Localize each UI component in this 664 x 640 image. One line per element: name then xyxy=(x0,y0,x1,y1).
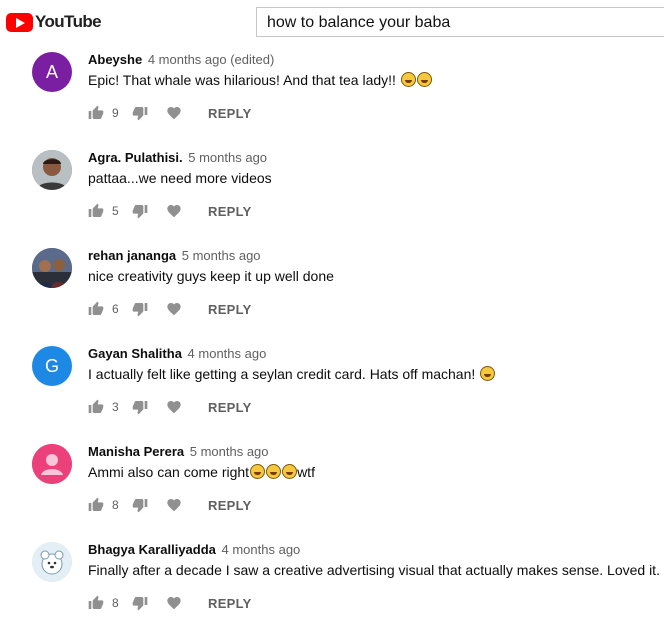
comment-text-body: Finally after a decade I saw a creative … xyxy=(88,562,660,578)
comment-time[interactable]: 5 months ago xyxy=(182,248,261,263)
dislike-icon[interactable] xyxy=(132,595,148,611)
comment-time[interactable]: 4 months ago xyxy=(188,346,267,361)
comment-actions: 8 REPLY xyxy=(88,595,252,611)
comment-meta: Bhagya Karalliyadda 4 months ago xyxy=(88,542,300,557)
laughing-emoji-icon xyxy=(282,464,298,479)
like-icon[interactable] xyxy=(88,203,104,219)
reply-button[interactable]: REPLY xyxy=(208,302,252,317)
comment-author[interactable]: Manisha Perera xyxy=(88,444,184,459)
comment-text: I actually felt like getting a seylan cr… xyxy=(88,366,496,382)
avatar-letter: A xyxy=(45,61,58,82)
comment: Agra. Pulathisi. 5 months ago pattaa...w… xyxy=(0,150,664,248)
comment: Manisha Perera 5 months ago Ammi also ca… xyxy=(0,444,664,542)
youtube-logo[interactable]: YouTube xyxy=(6,12,102,32)
comment-author[interactable]: Abeyshe xyxy=(88,52,142,67)
laughing-emoji-icon xyxy=(266,464,282,479)
dislike-icon[interactable] xyxy=(132,105,148,121)
avatar[interactable] xyxy=(32,248,72,288)
comment-text-body: nice creativity guys keep it up well don… xyxy=(88,268,334,284)
comment-author[interactable]: Bhagya Karalliyadda xyxy=(88,542,216,557)
dislike-icon[interactable] xyxy=(132,301,148,317)
heart-icon[interactable] xyxy=(166,399,182,415)
like-icon[interactable] xyxy=(88,595,104,611)
reply-button[interactable]: REPLY xyxy=(208,106,252,121)
comment-author[interactable]: rehan jananga xyxy=(88,248,176,263)
heart-icon[interactable] xyxy=(166,105,182,121)
comment-actions: 8 REPLY xyxy=(88,497,252,513)
avatar-letter: G xyxy=(44,355,59,376)
cartoon-bear-icon xyxy=(32,542,72,582)
like-count: 8 xyxy=(112,596,119,610)
person-photo-icon xyxy=(32,150,72,190)
comment-text-body: pattaa...we need more videos xyxy=(88,170,272,186)
comment-meta: Gayan Shalitha 4 months ago xyxy=(88,346,266,361)
comment-text-body: Ammi also can come right xyxy=(88,464,250,480)
like-icon[interactable] xyxy=(88,399,104,415)
avatar[interactable] xyxy=(32,150,72,190)
avatar[interactable] xyxy=(32,542,72,582)
comment-meta: Agra. Pulathisi. 5 months ago xyxy=(88,150,267,165)
reply-button[interactable]: REPLY xyxy=(208,498,252,513)
dislike-icon[interactable] xyxy=(132,399,148,415)
laughing-emoji-icon xyxy=(250,464,266,479)
comment-text-body: Epic! That whale was hilarious! And that… xyxy=(88,72,400,88)
comment-text: Ammi also can come right wtf xyxy=(88,464,315,480)
heart-icon[interactable] xyxy=(166,203,182,219)
laughing-emoji-icon xyxy=(480,366,496,381)
dislike-icon[interactable] xyxy=(132,203,148,219)
like-icon[interactable] xyxy=(88,497,104,513)
heart-icon[interactable] xyxy=(166,497,182,513)
like-count: 9 xyxy=(112,106,119,120)
comment-text: Epic! That whale was hilarious! And that… xyxy=(88,72,432,88)
top-bar: YouTube how to balance your baba xyxy=(0,0,664,44)
comment-actions: 9 REPLY xyxy=(88,105,252,121)
comment-text-body: I actually felt like getting a seylan cr… xyxy=(88,366,480,382)
comment-text: Finally after a decade I saw a creative … xyxy=(88,562,660,578)
comment-actions: 6 REPLY xyxy=(88,301,252,317)
comment-text: nice creativity guys keep it up well don… xyxy=(88,268,334,284)
dislike-icon[interactable] xyxy=(132,497,148,513)
logo-text: YouTube xyxy=(35,12,102,31)
comment-author[interactable]: Gayan Shalitha xyxy=(88,346,182,361)
comment-meta: rehan jananga 5 months ago xyxy=(88,248,261,263)
youtube-play-icon xyxy=(6,12,33,32)
comment-time[interactable]: 5 months ago xyxy=(190,444,269,459)
comment: A Abeyshe 4 months ago (edited) Epic! Th… xyxy=(0,52,664,150)
search-input[interactable]: how to balance your baba xyxy=(256,7,664,37)
default-user-icon xyxy=(32,444,72,484)
comment-time[interactable]: 5 months ago xyxy=(188,150,267,165)
comment-author[interactable]: Agra. Pulathisi. xyxy=(88,150,183,165)
laughing-emoji-icon xyxy=(416,72,432,87)
comment-time[interactable]: 4 months ago (edited) xyxy=(148,52,274,67)
comment: rehan jananga 5 months ago nice creativi… xyxy=(0,248,664,346)
comment-text-tail: wtf xyxy=(297,464,315,480)
comment-meta: Manisha Perera 5 months ago xyxy=(88,444,269,459)
comment-actions: 3 REPLY xyxy=(88,399,252,415)
comment: Bhagya Karalliyadda 4 months ago Finally… xyxy=(0,542,664,640)
like-count: 3 xyxy=(112,400,119,414)
heart-icon[interactable] xyxy=(166,595,182,611)
laughing-emoji-icon xyxy=(400,72,416,87)
like-count: 5 xyxy=(112,204,119,218)
heart-icon[interactable] xyxy=(166,301,182,317)
comment-time[interactable]: 4 months ago xyxy=(222,542,301,557)
like-icon[interactable] xyxy=(88,105,104,121)
comment-text: pattaa...we need more videos xyxy=(88,170,272,186)
avatar[interactable]: A xyxy=(32,52,72,92)
like-icon[interactable] xyxy=(88,301,104,317)
avatar[interactable]: G xyxy=(32,346,72,386)
group-photo-icon xyxy=(32,248,72,288)
like-count: 6 xyxy=(112,302,119,316)
reply-button[interactable]: REPLY xyxy=(208,204,252,219)
like-count: 8 xyxy=(112,498,119,512)
comment-actions: 5 REPLY xyxy=(88,203,252,219)
comment-meta: Abeyshe 4 months ago (edited) xyxy=(88,52,274,67)
comment: G Gayan Shalitha 4 months ago I actually… xyxy=(0,346,664,444)
reply-button[interactable]: REPLY xyxy=(208,596,252,611)
avatar[interactable] xyxy=(32,444,72,484)
reply-button[interactable]: REPLY xyxy=(208,400,252,415)
